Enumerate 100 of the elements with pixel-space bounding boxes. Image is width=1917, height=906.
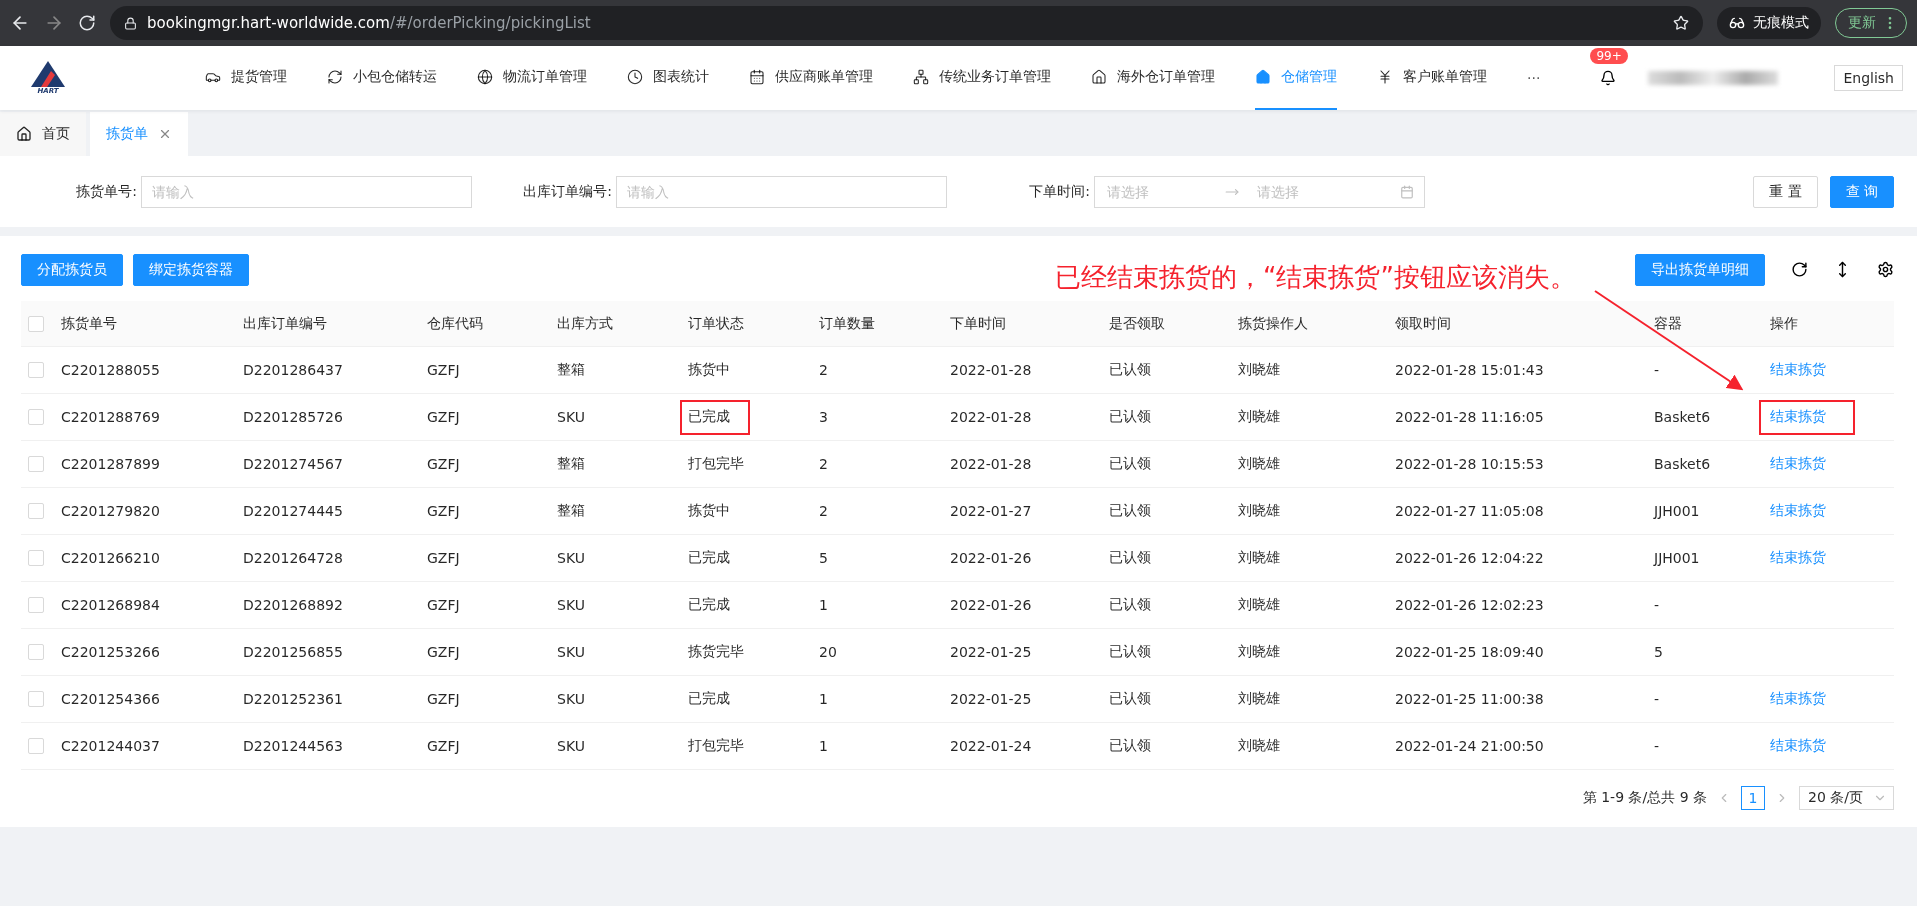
table-cell: C2201266210: [61, 550, 160, 566]
end-picking-link[interactable]: 结束拣货: [1770, 502, 1826, 520]
table-cell: 2: [819, 362, 828, 378]
nav-item[interactable]: 仓储管理: [1255, 46, 1337, 110]
table-cell: C2201268984: [61, 597, 160, 613]
table-cell: 3: [819, 409, 828, 425]
reload-icon[interactable]: [78, 14, 96, 32]
notification-badge: 99+: [1590, 48, 1628, 64]
select-all-checkbox[interactable]: [27, 315, 44, 332]
table-cell: JJH001: [1654, 550, 1700, 566]
table-cell: 整箱: [557, 502, 585, 520]
table-cell: 已认领: [1109, 455, 1151, 473]
column-header: 订单状态: [677, 301, 808, 347]
annotation-text: 已经结束拣货的，“结束拣货”按钮应该消失。: [1055, 261, 1576, 294]
filter-input[interactable]: 请输入: [616, 175, 947, 208]
address-bar[interactable]: bookingmgr.hart-worldwide.com/#/orderPicking/pickingList: [110, 6, 1703, 40]
column-header: 下单时间: [939, 301, 1098, 347]
page-tab[interactable]: 拣货单: [90, 112, 188, 156]
end-picking-link[interactable]: 结束拣货: [1770, 690, 1826, 708]
table-cell: GZFJ: [427, 597, 460, 613]
row-checkbox[interactable]: [27, 503, 44, 519]
row-checkbox[interactable]: [27, 738, 44, 754]
table-cell: D2201252361: [243, 691, 343, 707]
language-button[interactable]: English: [1834, 65, 1903, 91]
nav-item[interactable]: 海外仓订单管理: [1091, 46, 1215, 110]
table-cell: 打包完毕: [688, 455, 744, 473]
logo-icon: [31, 61, 65, 87]
bell-icon[interactable]: [1600, 70, 1617, 86]
table-cell: 2022-01-25 11:00:38: [1395, 691, 1544, 707]
more-menu[interactable]: ···: [1527, 70, 1541, 86]
table-cell: 2022-01-28: [950, 409, 1032, 425]
table-cell: 刘晓雄: [1238, 455, 1280, 473]
end-picking-link[interactable]: 结束拣货: [1770, 455, 1826, 473]
column-header: 是否领取: [1098, 301, 1227, 347]
table-cell: 1: [819, 738, 828, 754]
table-cell: 1: [819, 597, 828, 613]
table-cell: 5: [819, 550, 828, 566]
nav-item[interactable]: 小包仓储转运: [327, 46, 437, 110]
end-picking-link[interactable]: 结束拣货: [1770, 361, 1826, 379]
table-cell: C2201279820: [61, 503, 160, 519]
row-checkbox[interactable]: [27, 409, 44, 425]
pagination-summary: 第 1-9 条/总共 9 条: [1582, 789, 1707, 807]
home-icon: [16, 126, 32, 142]
row-checkbox[interactable]: [27, 456, 44, 472]
table-cell: 2022-01-25 18:09:40: [1395, 644, 1544, 660]
table-cell: 已认领: [1109, 408, 1151, 426]
filter-input[interactable]: 请输入: [141, 175, 472, 208]
nav-item[interactable]: 提货管理: [205, 46, 287, 110]
page-number[interactable]: 1: [1741, 786, 1765, 810]
table-cell: 2: [819, 456, 828, 472]
table-cell: 2022-01-26: [950, 597, 1032, 613]
table-cell: 已完成: [688, 549, 730, 567]
table-cell: JJH001: [1654, 503, 1700, 519]
nav-item[interactable]: 客户账单管理: [1377, 46, 1487, 110]
star-icon[interactable]: [1673, 15, 1689, 31]
table-cell: 已认领: [1109, 361, 1151, 379]
end-picking-link[interactable]: 结束拣货: [1770, 408, 1826, 426]
nav-icon: [1091, 69, 1107, 85]
nav-item[interactable]: 物流订单管理: [477, 46, 587, 110]
table-cell: 2022-01-27 11:05:08: [1395, 503, 1544, 519]
table-cell: C2201287899: [61, 456, 160, 472]
table-cell: 刘晓雄: [1238, 549, 1280, 567]
row-checkbox[interactable]: [27, 362, 44, 378]
table-cell: GZFJ: [427, 550, 460, 566]
page-tab[interactable]: 首页: [0, 112, 86, 156]
page-size-select[interactable]: 20 条/页: [1799, 786, 1894, 810]
table-cell: D2201268892: [243, 597, 343, 613]
table-cell: 2022-01-25: [950, 644, 1032, 660]
table-cell: 已完成: [688, 690, 730, 708]
table-cell: Basket6: [1654, 456, 1711, 472]
close-icon[interactable]: [158, 127, 172, 141]
row-checkbox[interactable]: [27, 644, 44, 660]
settings-icon[interactable]: [1877, 261, 1894, 278]
table-cell: 刘晓雄: [1238, 596, 1280, 614]
table-cell: SKU: [557, 644, 585, 660]
refresh-icon[interactable]: [1791, 261, 1808, 278]
end-picking-link[interactable]: 结束拣货: [1770, 549, 1826, 567]
filter-label: 下单时间:: [1028, 182, 1090, 201]
nav-item[interactable]: 传统业务订单管理: [913, 46, 1051, 110]
row-checkbox[interactable]: [27, 550, 44, 566]
table-cell: SKU: [557, 738, 585, 754]
table-cell: GZFJ: [427, 644, 460, 660]
table-cell: SKU: [557, 550, 585, 566]
row-checkbox[interactable]: [27, 691, 44, 707]
nav-item[interactable]: 供应商账单管理: [749, 46, 873, 110]
table-cell: GZFJ: [427, 503, 460, 519]
reset-button[interactable]: 重 置: [1753, 175, 1818, 208]
table-cell: 已完成: [688, 596, 730, 614]
url-text: bookingmgr.hart-worldwide.com/#/orderPicking/pickingList: [147, 14, 591, 32]
row-checkbox[interactable]: [27, 597, 44, 613]
table-cell: D2201274567: [243, 456, 343, 472]
table-cell: 2022-01-28 10:15:53: [1395, 456, 1544, 472]
nav-icon: [1255, 69, 1271, 85]
table-cell: -: [1654, 597, 1660, 613]
end-picking-link[interactable]: 结束拣货: [1770, 737, 1826, 755]
nav-item[interactable]: 图表统计: [627, 46, 709, 110]
calendar-icon: [1400, 184, 1414, 199]
table-cell: D2201264728: [243, 550, 343, 566]
table-cell: 2022-01-28: [950, 456, 1032, 472]
lock-icon: [124, 16, 137, 30]
